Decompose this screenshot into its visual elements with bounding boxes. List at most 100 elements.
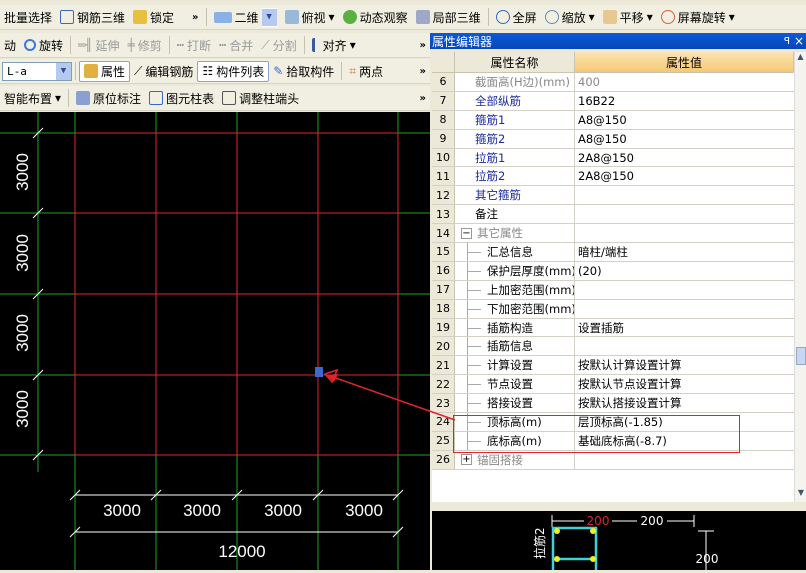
property-value[interactable]: 按默认计算设置计算: [575, 356, 794, 374]
property-row[interactable]: 22 节点设置 按默认节点设置计算: [432, 375, 794, 395]
row-number: 25: [432, 431, 455, 450]
property-value[interactable]: A8@150: [575, 111, 794, 129]
break-button[interactable]: ┅ 打断: [173, 35, 215, 56]
property-row[interactable]: 17 上加密范围(mm): [432, 280, 794, 300]
pan-button[interactable]: 平移 ▾: [599, 7, 657, 28]
scroll-down-icon[interactable]: ▼: [795, 488, 806, 502]
top-view-button[interactable]: 俯视 ▾: [281, 7, 339, 28]
property-value[interactable]: 按默认搭接设置计算: [575, 394, 794, 412]
property-value[interactable]: 设置插筋: [575, 319, 794, 337]
move-button[interactable]: 动: [0, 35, 20, 56]
edit-rebar-button[interactable]: ⟋ 编辑钢筋: [130, 61, 197, 82]
row-number: 8: [432, 110, 455, 129]
property-row[interactable]: 6 截面高(H边)(mm) 400: [432, 73, 794, 92]
rotate-button[interactable]: 旋转: [20, 35, 67, 56]
property-row[interactable]: 14− 其它属性: [432, 224, 794, 244]
property-value[interactable]: [575, 300, 794, 318]
property-row[interactable]: 16 保护层厚度(mm) (20): [432, 261, 794, 281]
property-row[interactable]: 21 计算设置 按默认计算设置计算: [432, 356, 794, 376]
property-value[interactable]: [575, 281, 794, 299]
pick-component-button[interactable]: ✎ 拾取构件: [269, 61, 338, 82]
adjust-column-end-button[interactable]: 调整柱端头: [218, 88, 303, 109]
merge-button[interactable]: ┅ 合并: [215, 35, 257, 56]
property-name: 顶标高(m): [455, 413, 575, 431]
property-value[interactable]: 16B22: [575, 92, 794, 110]
property-row[interactable]: 20 插筋信息: [432, 337, 794, 357]
pin-icon[interactable]: ꟼ: [784, 36, 790, 47]
fullscreen-button[interactable]: 全屏: [492, 7, 541, 28]
rebar-3d-button[interactable]: 钢筋三维: [56, 7, 129, 28]
view-combo[interactable]: 二维 ▼: [210, 7, 281, 28]
properties-button[interactable]: 属性: [79, 60, 131, 82]
component-combo[interactable]: L-a ▼: [2, 61, 72, 81]
batch-select-button[interactable]: 批量选择: [0, 7, 56, 28]
drawing-canvas[interactable]: 3000 3000 3000 3000 3000 3000 3000 3000 …: [0, 112, 430, 570]
property-row[interactable]: 12 其它箍筋: [432, 186, 794, 206]
expand-icon[interactable]: +: [461, 454, 472, 466]
in-place-annotation-button[interactable]: 原位标注: [72, 88, 145, 109]
row-number: 14: [432, 224, 455, 243]
property-row[interactable]: 11 拉筋2 2A8@150: [432, 167, 794, 187]
trim-button[interactable]: ╪ 修剪: [124, 35, 166, 56]
property-value[interactable]: 基础底标高(-8.7): [575, 432, 794, 450]
scroll-thumb[interactable]: [796, 347, 806, 365]
property-row[interactable]: 7 全部纵筋 16B22: [432, 91, 794, 111]
more-button[interactable]: »: [416, 40, 430, 51]
two-point-button[interactable]: ⌗ 两点: [345, 61, 387, 82]
property-row[interactable]: 9 箍筋2 A8@150: [432, 129, 794, 149]
dynamic-observe-button[interactable]: 动态观察: [339, 7, 412, 28]
property-row[interactable]: 10 拉筋1 2A8@150: [432, 148, 794, 168]
more-button[interactable]: »: [416, 66, 430, 77]
property-value[interactable]: 层顶标高(-1.85): [575, 413, 794, 431]
more-button[interactable]: »: [188, 12, 202, 23]
property-value[interactable]: 2A8@150: [575, 149, 794, 167]
header-value[interactable]: 属性值: [575, 52, 794, 73]
screen-rotate-button[interactable]: 屏幕旋转 ▾: [657, 7, 739, 28]
panel-title-bar: 属性编辑器 ꟼ ×: [430, 33, 806, 49]
component-list-button[interactable]: ☷ 构件列表: [197, 60, 270, 82]
property-value[interactable]: 400: [575, 73, 794, 91]
property-value[interactable]: [575, 224, 794, 242]
preview-dim: 200: [641, 514, 664, 528]
scroll-up-icon[interactable]: ▲: [795, 52, 806, 66]
row-dim-label: 3000: [13, 390, 32, 428]
property-row[interactable]: 25 底标高(m) 基础底标高(-8.7): [432, 431, 794, 451]
property-value[interactable]: [575, 337, 794, 355]
property-row[interactable]: 8 箍筋1 A8@150: [432, 110, 794, 130]
grid-header: 属性名称 属性值: [432, 52, 794, 73]
extend-button[interactable]: ═╢ 延伸: [74, 35, 123, 56]
property-value[interactable]: A8@150: [575, 130, 794, 148]
property-name-text: 截面高(H边)(mm): [475, 74, 570, 89]
property-row[interactable]: 26 + 锚固搭接: [432, 450, 794, 470]
property-row[interactable]: 13 备注: [432, 205, 794, 225]
property-value[interactable]: [575, 451, 794, 469]
split-button[interactable]: ⟋ 分割: [257, 35, 300, 56]
row-number: 21: [432, 356, 455, 375]
property-value[interactable]: [575, 186, 794, 204]
more-button[interactable]: »: [416, 93, 430, 104]
table-icon: [149, 91, 164, 105]
property-value[interactable]: 暗柱/端柱: [575, 243, 794, 261]
property-row[interactable]: 15 汇总信息 暗柱/端柱: [432, 243, 794, 262]
property-name-text: 箍筋1: [475, 112, 506, 127]
zoom-button[interactable]: 缩放 ▾: [541, 7, 599, 28]
smart-layout-button[interactable]: 智能布置 ▾: [0, 88, 65, 109]
property-name: 保护层厚度(mm): [455, 261, 575, 280]
property-row[interactable]: 19 插筋构造 设置插筋: [432, 318, 794, 338]
collapse-icon[interactable]: −: [461, 227, 472, 239]
align-button[interactable]: 对齐 ▾: [308, 35, 360, 56]
property-value[interactable]: [575, 205, 794, 223]
column-table-button[interactable]: 图元柱表: [145, 88, 218, 109]
property-value[interactable]: 按默认节点设置计算: [575, 375, 794, 393]
property-row[interactable]: 18 下加密范围(mm): [432, 299, 794, 319]
lock-button[interactable]: 锁定: [129, 7, 178, 28]
property-value[interactable]: (20): [575, 262, 794, 280]
property-row[interactable]: 23 搭接设置 按默认搭接设置计算: [432, 394, 794, 414]
vertical-scrollbar[interactable]: ▲ ▼: [794, 52, 806, 502]
header-name[interactable]: 属性名称: [455, 52, 575, 73]
row-number: 13: [432, 205, 455, 224]
local-3d-button[interactable]: 局部三维: [412, 7, 485, 28]
close-icon[interactable]: ×: [794, 34, 804, 48]
property-value[interactable]: 2A8@150: [575, 167, 794, 185]
property-row[interactable]: 24 顶标高(m) 层顶标高(-1.85): [432, 413, 794, 432]
